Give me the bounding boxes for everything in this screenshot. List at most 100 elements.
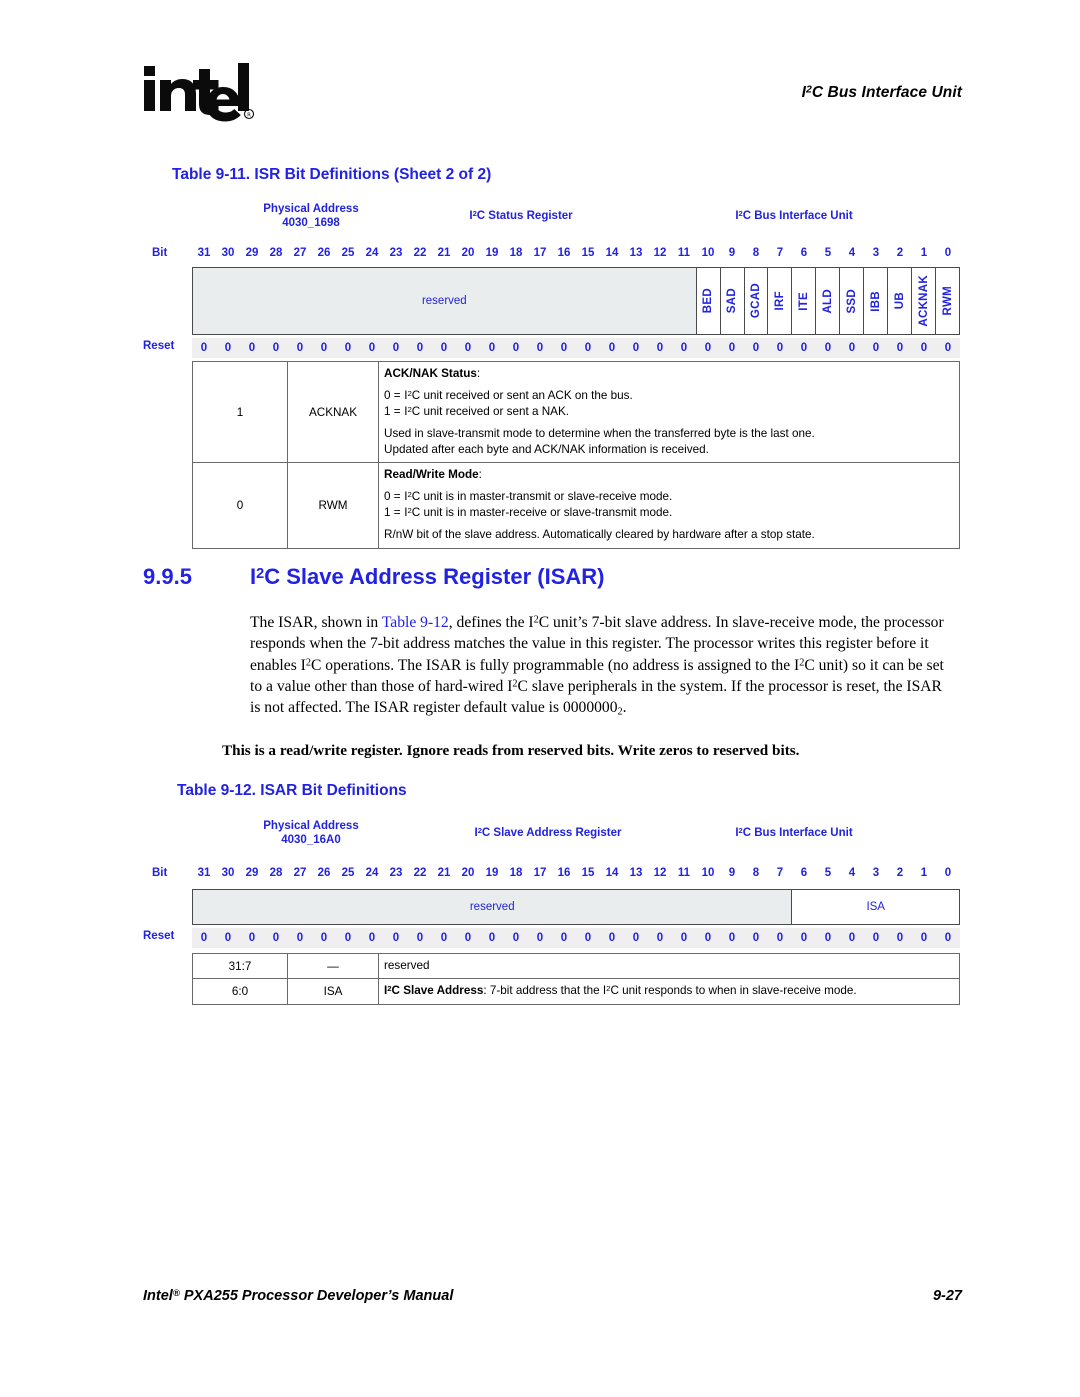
reset-bit-value: 0 <box>488 932 496 944</box>
bit-field-label: IRF <box>773 291 786 311</box>
bit-number: 1 <box>920 867 928 879</box>
table-row: 31:7— reserved <box>192 952 960 980</box>
reset-bit-value: 0 <box>320 342 328 354</box>
reset-bit-value: 0 <box>272 932 280 944</box>
bit-number: 11 <box>677 867 691 879</box>
bit-number: 6 <box>800 867 808 879</box>
row-description: I2C Slave Address: 7-bit address that th… <box>378 978 960 1005</box>
table-row: 6:0 ISA I2C Slave Address: 7-bit address t… <box>192 978 960 1005</box>
reset-bit-value: 0 <box>224 932 232 944</box>
bit-field-label: IBB <box>869 290 882 312</box>
bit-number: 24 <box>365 867 379 879</box>
bit-field-bed: BED <box>695 268 720 334</box>
reset-bit-value: 0 <box>512 932 520 944</box>
bit-number: 13 <box>629 867 643 879</box>
description-value-line: 0 = I2C unit is in master-transmit or sl… <box>384 490 673 504</box>
bit-number: 0 <box>944 867 952 879</box>
reset-bit-value: 0 <box>488 342 496 354</box>
footer-manual-title: Intel® PXA255 Processor Developer’s Manu… <box>143 1287 454 1304</box>
reset-bit-value: 0 <box>848 342 856 354</box>
reset-bit-value: 0 <box>824 932 832 944</box>
row-field-name: ACKNAK <box>287 360 379 464</box>
table-9-11-caption: Table 9-11. ISR Bit Definitions (Sheet 2… <box>172 166 492 183</box>
row-description: Read/Write Mode: 0 = I2C unit is in maste… <box>378 462 960 549</box>
bit-number: 18 <box>509 867 523 879</box>
row-description: ACK/NAK Status: 0 = I2C unit received or … <box>378 360 960 464</box>
reset-bit-value: 0 <box>872 342 880 354</box>
reset-bit-value: 0 <box>680 932 688 944</box>
row-field-name: ISA <box>287 978 379 1005</box>
reset-bit-value: 0 <box>392 342 400 354</box>
bit-number: 3 <box>872 867 880 879</box>
bit-number: 14 <box>605 247 619 259</box>
reset-bit-value: 0 <box>416 932 424 944</box>
bit-number: 14 <box>605 867 619 879</box>
bit-number: 9 <box>728 867 736 879</box>
isar-unit-name-label: I2C Bus Interface Unit <box>735 825 853 839</box>
reset-bit-value: 0 <box>608 342 616 354</box>
reset-bit-value: 0 <box>800 342 808 354</box>
reset-bit-value: 0 <box>440 932 448 944</box>
bit-number: 27 <box>293 867 307 879</box>
bit-number: 10 <box>701 247 715 259</box>
description-value-line: 1 = I2C unit is in master-receive or sla… <box>384 505 673 519</box>
bit-field-ssd: SSD <box>839 268 863 334</box>
reset-bit-value: 0 <box>464 932 472 944</box>
isr-unit-name-label: I2C Bus Interface Unit <box>735 208 853 222</box>
bit-number: 20 <box>461 247 475 259</box>
reset-bit-value: 0 <box>344 932 352 944</box>
reset-bit-value: 0 <box>560 932 568 944</box>
bit-number: 22 <box>413 247 427 259</box>
bit-field-label: SSD <box>845 288 858 314</box>
reset-bit-value: 0 <box>872 932 880 944</box>
bit-number: 23 <box>389 247 403 259</box>
reset-bit-value: 0 <box>392 932 400 944</box>
bit-number: 15 <box>581 247 595 259</box>
table-row: 0 RWM Read/Write Mode: 0 = I2C unit is in m… <box>192 462 960 549</box>
reset-bit-value: 0 <box>848 932 856 944</box>
intel-logo: R <box>143 62 258 126</box>
reset-bit-value: 0 <box>680 342 688 354</box>
bit-number: 26 <box>317 867 331 879</box>
bit-number: 15 <box>581 867 595 879</box>
bit-number: 8 <box>752 247 760 259</box>
reset-bit-value: 0 <box>608 932 616 944</box>
isr-reset-row-label: Reset <box>143 340 175 352</box>
bit-number: 1 <box>920 247 928 259</box>
description-title: Read/Write Mode: <box>384 468 482 482</box>
section-number: 9.9.5 <box>143 564 192 589</box>
reset-bit-value: 0 <box>200 932 208 944</box>
isar-physical-address-label: Physical Address 4030_16A0 <box>263 820 359 846</box>
bit-number: 19 <box>485 247 499 259</box>
reset-bit-value: 0 <box>200 342 208 354</box>
description-value-line: 0 = I2C unit received or sent an ACK on … <box>384 389 633 403</box>
row-bits: 1 <box>192 360 288 464</box>
bit-number: 21 <box>437 247 451 259</box>
isr-register-name-label: I2C Status Register <box>469 208 573 222</box>
bit-number: 2 <box>896 867 904 879</box>
reset-bit-value: 0 <box>944 932 952 944</box>
section-title: I2C Slave Address Register (ISAR) <box>250 564 605 589</box>
reset-bit-value: 0 <box>728 342 736 354</box>
reset-bit-value: 0 <box>248 932 256 944</box>
bit-number: 5 <box>824 247 832 259</box>
bit-number: 20 <box>461 867 475 879</box>
bit-number: 11 <box>677 247 691 259</box>
bit-number: 5 <box>824 867 832 879</box>
bit-number: 25 <box>341 247 355 259</box>
bit-number: 0 <box>944 247 952 259</box>
isr-bit-numbers: 31 30 29 28 27 26 25 24 23 22 21 20 19 18 17 16 15 14 13 12… <box>192 245 960 261</box>
svg-text:R: R <box>247 112 251 118</box>
bit-number: 27 <box>293 247 307 259</box>
bit-field-label: BED <box>702 288 715 314</box>
bit-field-label: GCAD <box>750 283 763 319</box>
document-page: R I2C Bus Interface Unit Table 9-11. ISR… <box>0 0 1080 1397</box>
reset-bit-value: 0 <box>752 932 760 944</box>
reset-bit-value: 0 <box>752 342 760 354</box>
bit-number: 12 <box>653 867 667 879</box>
table-9-12-crossref[interactable]: Table 9-12 <box>382 614 449 631</box>
bit-field-label: ACKNAK <box>917 275 930 327</box>
reset-bit-value: 0 <box>632 932 640 944</box>
table-9-12-caption: Table 9-12. ISAR Bit Definitions <box>177 782 407 799</box>
reset-bit-value: 0 <box>296 342 304 354</box>
